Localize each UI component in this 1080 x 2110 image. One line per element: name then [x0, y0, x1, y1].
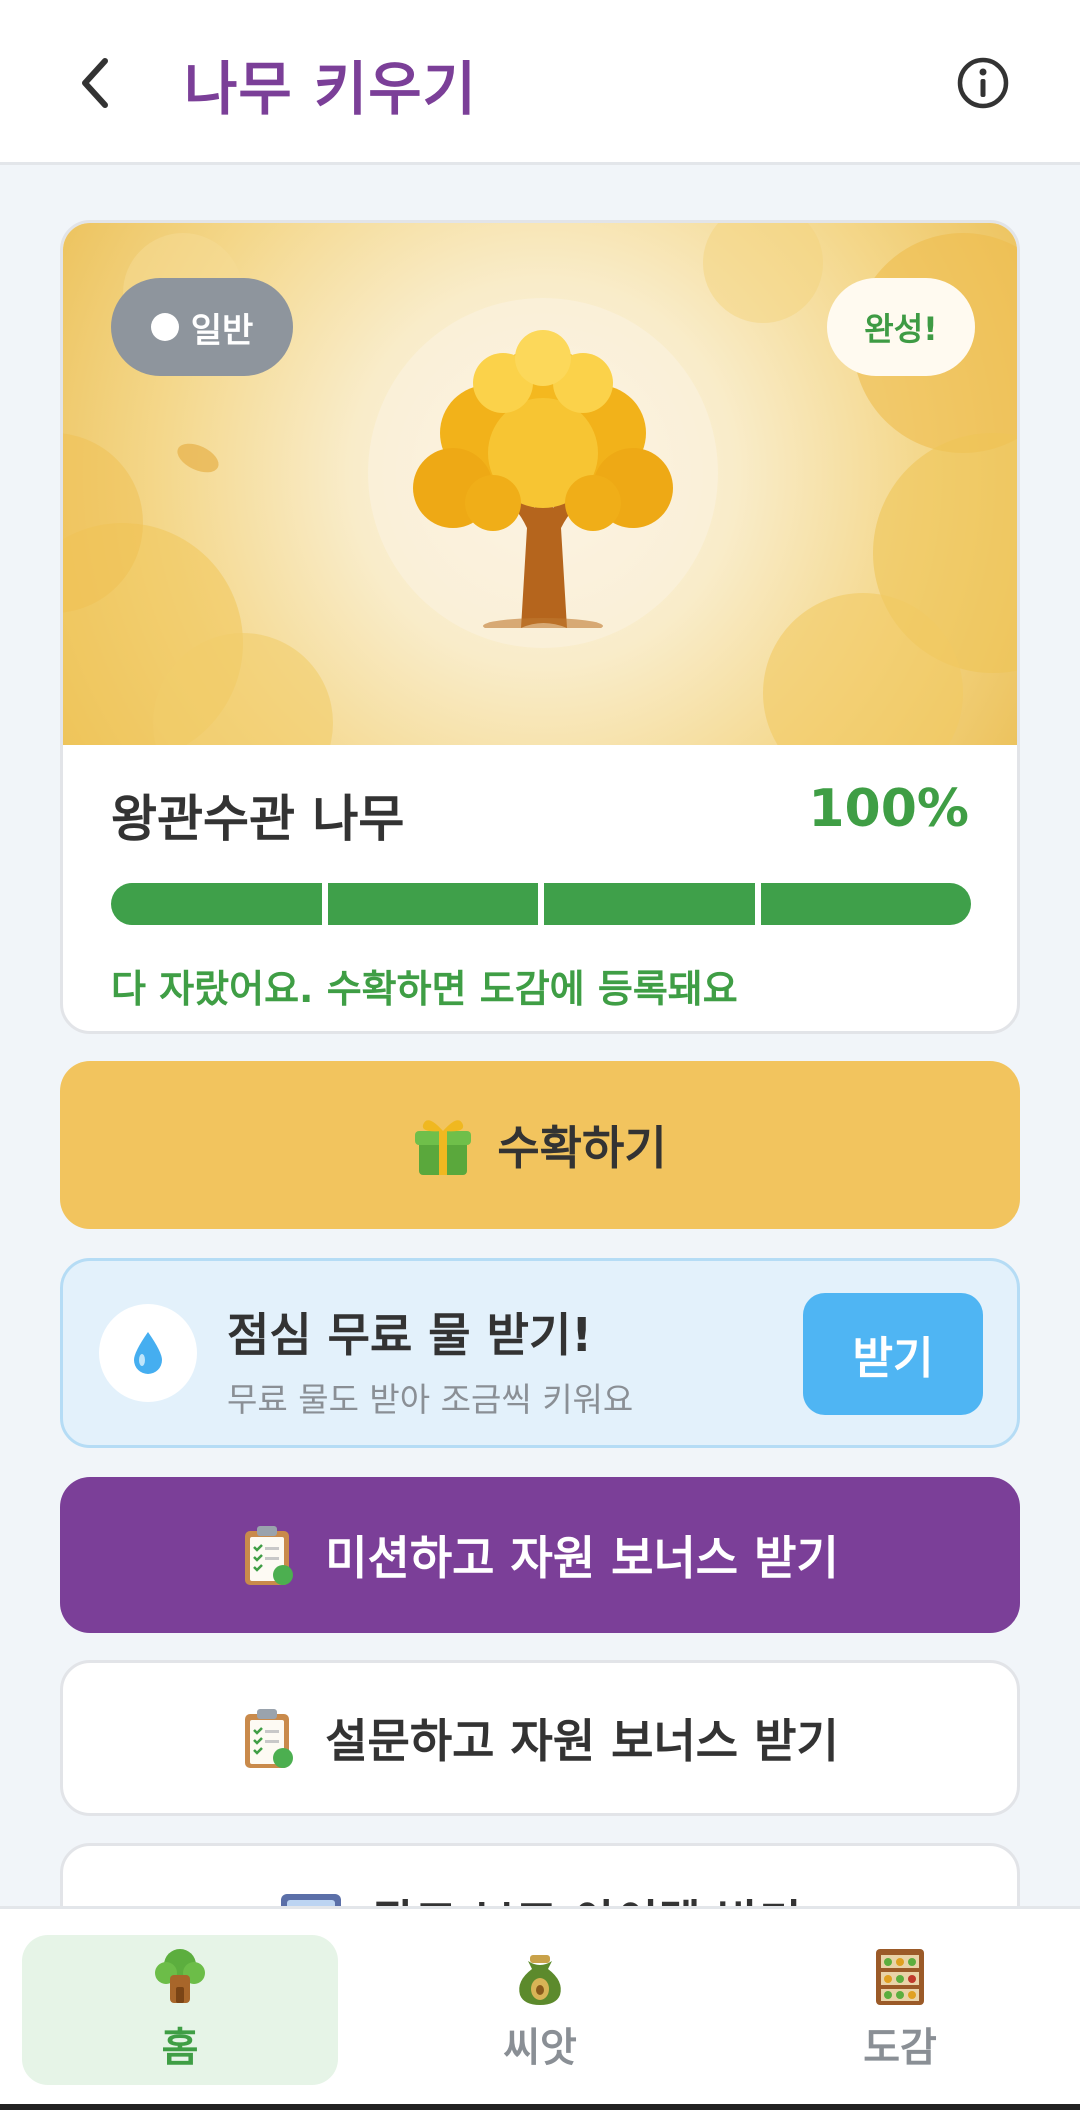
ad-reward-label: 광고 보고 아이템 받기 [373, 1886, 802, 1906]
grade-dot-icon [150, 313, 179, 341]
progress-segment [111, 883, 322, 925]
bottom-nav: 홈 씨앗 도감 [0, 1906, 1080, 2106]
grade-badge: 일반 [111, 278, 293, 376]
system-nav-bar [0, 2104, 1080, 2110]
treehouse-icon [155, 1949, 205, 2003]
receive-water-button[interactable]: 받기 [803, 1293, 983, 1415]
page-title: 나무 키우기 [184, 55, 477, 123]
grade-label: 일반 [190, 310, 254, 351]
info-button[interactable] [955, 55, 1011, 111]
water-title: 점심 무료 물 받기! [227, 1308, 593, 1362]
free-water-card: 점심 무료 물 받기! 무료 물도 받아 조금씩 키워요 받기 [60, 1258, 1020, 1448]
nav-tab-collection[interactable]: 도감 [742, 1935, 1058, 2085]
complete-badge: 완성! [827, 278, 975, 376]
harvest-label: 수확하기 [497, 1121, 667, 1175]
gift-icon [415, 1120, 472, 1175]
water-subtitle: 무료 물도 받아 조금씩 키워요 [227, 1380, 634, 1419]
golden-tree-icon [413, 330, 673, 628]
growth-progress-bar [111, 883, 971, 925]
tree-name: 왕관수관 나무 [111, 790, 405, 848]
seed-bag-icon [519, 1955, 561, 2005]
mission-bonus-button[interactable]: 미션하고 자원 보너스 받기 [60, 1477, 1020, 1633]
progress-segment [760, 883, 971, 925]
growth-message: 다 자랐어요. 수확하면 도감에 등록돼요 [111, 967, 738, 1011]
survey-bonus-button[interactable]: 설문하고 자원 보너스 받기 [60, 1660, 1020, 1816]
growth-percent: 100% [808, 779, 969, 839]
water-drop-icon [134, 1332, 162, 1374]
nav-label-collection: 도감 [863, 2025, 937, 2071]
clipboard-icon [245, 1709, 294, 1768]
nav-tab-home[interactable]: 홈 [22, 1935, 338, 2085]
main-scroll[interactable]: 일반 완성! 왕관수관 나무 100% 다 자랐어요. 수확하면 도감에 등록돼… [0, 168, 1080, 1906]
ad-reward-button[interactable]: 광고 보고 아이템 받기 [60, 1843, 1020, 1906]
tree-hero-image: 일반 완성! [63, 223, 1017, 745]
chevron-left-icon [82, 58, 108, 108]
harvest-button[interactable]: 수확하기 [60, 1061, 1020, 1229]
survey-label: 설문하고 자원 보너스 받기 [325, 1714, 839, 1768]
info-circle-icon [957, 57, 1009, 109]
mission-label: 미션하고 자원 보너스 받기 [325, 1531, 839, 1585]
ad-tv-icon [280, 1894, 341, 1906]
nav-tab-seeds[interactable]: 씨앗 [382, 1935, 698, 2085]
progress-segment [544, 883, 755, 925]
tree-card: 일반 완성! 왕관수관 나무 100% 다 자랐어요. 수확하면 도감에 등록돼… [60, 220, 1020, 1034]
clipboard-icon [245, 1526, 294, 1585]
nav-label-seeds: 씨앗 [503, 2025, 577, 2071]
nav-label-home: 홈 [161, 2025, 199, 2071]
app-header: 나무 키우기 [0, 0, 1080, 165]
back-button[interactable] [60, 45, 130, 121]
water-icon-circle [99, 1304, 197, 1402]
progress-segment [327, 883, 538, 925]
bookshelf-icon [876, 1949, 924, 2005]
